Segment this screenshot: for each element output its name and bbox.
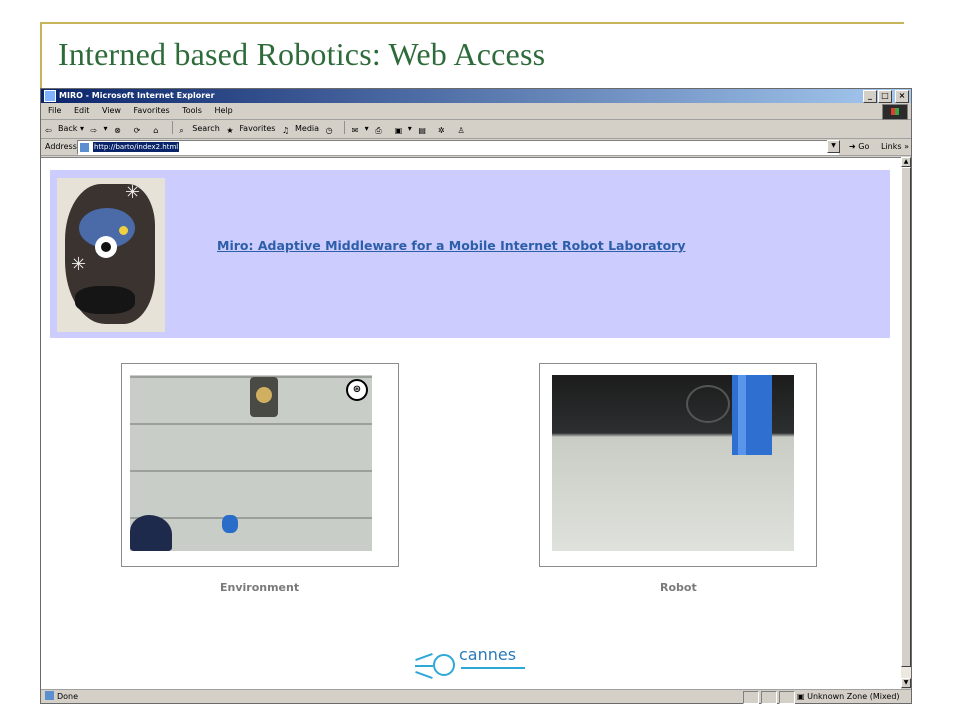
address-input[interactable]: http://barto/index2.html bbox=[77, 140, 839, 155]
menu-view[interactable]: View bbox=[102, 106, 121, 115]
header-banner: ✳ ✳ Miro: Adaptive Middleware for a Mobi… bbox=[50, 170, 890, 338]
zone-icon: ▣ bbox=[797, 692, 805, 701]
forward-arrow-icon: ⇨ bbox=[90, 126, 98, 135]
search-button[interactable]: ⌕ Search bbox=[179, 120, 219, 138]
history-button[interactable]: ◷ bbox=[326, 120, 339, 138]
status-text: Done bbox=[45, 690, 78, 704]
miro-artwork-image: ✳ ✳ bbox=[57, 178, 165, 332]
robot-camera-frame bbox=[539, 363, 817, 567]
page-content: ✳ ✳ Miro: Adaptive Middleware for a Mobi… bbox=[41, 157, 901, 689]
environment-caption: Environment bbox=[220, 581, 300, 594]
menu-tools[interactable]: Tools bbox=[182, 106, 202, 115]
slide-left-rule bbox=[40, 22, 42, 88]
media-button[interactable]: ♫ Media bbox=[282, 120, 319, 138]
slide-top-rule bbox=[40, 22, 904, 24]
browser-window: MIRO - Microsoft Internet Explorer _ □ ×… bbox=[40, 88, 912, 704]
favorites-icon: ★ bbox=[226, 126, 234, 135]
home-icon: ⌂ bbox=[153, 126, 159, 135]
windows-logo-icon bbox=[882, 104, 908, 120]
toolbar-separator bbox=[344, 121, 346, 134]
toolbar-separator bbox=[171, 121, 173, 134]
refresh-button[interactable]: ⟳ bbox=[134, 120, 147, 138]
go-button[interactable]: ➜ Go bbox=[849, 139, 869, 155]
stop-icon: ⊗ bbox=[114, 126, 121, 135]
environment-camera-image[interactable]: ⊛ bbox=[130, 375, 372, 551]
edit-button[interactable]: ▣ ▾ bbox=[395, 120, 412, 138]
go-arrow-icon: ➜ bbox=[849, 142, 856, 151]
cannes-logo: cannes bbox=[415, 645, 527, 684]
research-button[interactable]: ✲ bbox=[438, 120, 451, 138]
favorites-button[interactable]: ★ Favorites bbox=[226, 120, 275, 138]
status-cell bbox=[743, 691, 759, 704]
window-title: MIRO - Microsoft Internet Explorer bbox=[59, 91, 215, 100]
edit-icon: ▣ bbox=[394, 126, 403, 135]
toolbar: ⇦ Back ▾ ⇨ ▾ ⊗ ⟳ ⌂ ⌕ Search ★ Favorites ♫ Med… bbox=[41, 120, 911, 139]
print-icon: ⎙ bbox=[375, 126, 382, 135]
messenger-button[interactable]: ♙ bbox=[457, 120, 470, 138]
media-icon: ♫ bbox=[282, 126, 290, 135]
close-button[interactable]: × bbox=[895, 90, 909, 103]
menu-help[interactable]: Help bbox=[214, 106, 232, 115]
address-url[interactable]: http://barto/index2.html bbox=[93, 142, 180, 152]
scroll-thumb[interactable] bbox=[901, 167, 911, 667]
window-titlebar[interactable]: MIRO - Microsoft Internet Explorer _ □ × bbox=[41, 89, 911, 103]
status-cell bbox=[761, 691, 777, 704]
links-button[interactable]: Links » bbox=[881, 139, 909, 155]
environment-camera-frame: ⊛ bbox=[121, 363, 399, 567]
search-icon: ⌕ bbox=[179, 126, 184, 135]
chevron-right-icon: » bbox=[904, 142, 910, 151]
scroll-down-button[interactable]: ▼ bbox=[901, 678, 911, 688]
lab-logo-icon: ⊛ bbox=[346, 379, 368, 401]
security-zone: ▣ Unknown Zone (Mixed) bbox=[797, 692, 900, 701]
page-done-icon bbox=[45, 691, 54, 700]
discuss-icon: ▤ bbox=[418, 126, 426, 135]
ie-icon bbox=[44, 90, 56, 102]
status-cell bbox=[779, 691, 795, 704]
scroll-up-button[interactable]: ▲ bbox=[901, 157, 911, 167]
history-icon: ◷ bbox=[325, 126, 333, 135]
discuss-button[interactable]: ▤ bbox=[418, 120, 431, 138]
print-button[interactable]: ⎙ bbox=[375, 120, 388, 138]
messenger-icon: ♙ bbox=[457, 126, 465, 135]
status-bar: Done ▣ Unknown Zone (Mixed) bbox=[41, 689, 911, 704]
menu-edit[interactable]: Edit bbox=[74, 106, 90, 115]
vertical-scrollbar[interactable]: ▲ ▼ bbox=[901, 157, 911, 688]
miro-project-link[interactable]: Miro: Adaptive Middleware for a Mobile I… bbox=[217, 238, 686, 253]
home-button[interactable]: ⌂ bbox=[153, 120, 166, 138]
mail-button[interactable]: ✉ ▾ bbox=[352, 120, 369, 138]
page-icon bbox=[80, 143, 89, 152]
address-dropdown-button[interactable]: ▼ bbox=[827, 140, 840, 153]
forward-button[interactable]: ⇨ ▾ bbox=[91, 120, 108, 138]
maximize-button[interactable]: □ bbox=[878, 90, 892, 103]
menu-bar: File Edit View Favorites Tools Help bbox=[41, 103, 911, 120]
slide-title: Interned based Robotics: Web Access bbox=[58, 36, 546, 72]
back-arrow-icon: ⇦ bbox=[45, 126, 52, 135]
research-icon: ✲ bbox=[437, 126, 445, 135]
menu-file[interactable]: File bbox=[48, 106, 61, 115]
cannes-logo-text: cannes bbox=[459, 645, 517, 664]
robot-camera-image[interactable] bbox=[552, 375, 794, 551]
mail-icon: ✉ bbox=[351, 126, 359, 135]
back-button[interactable]: ⇦ Back ▾ bbox=[45, 120, 84, 138]
address-bar: Address http://barto/index2.html ▼ ➜ Go … bbox=[41, 139, 911, 156]
menu-favorites[interactable]: Favorites bbox=[134, 106, 170, 115]
address-label: Address bbox=[45, 142, 77, 151]
minimize-button[interactable]: _ bbox=[863, 90, 877, 103]
stop-button[interactable]: ⊗ bbox=[114, 120, 127, 138]
robot-caption: Robot bbox=[660, 581, 697, 594]
refresh-icon: ⟳ bbox=[133, 126, 141, 135]
